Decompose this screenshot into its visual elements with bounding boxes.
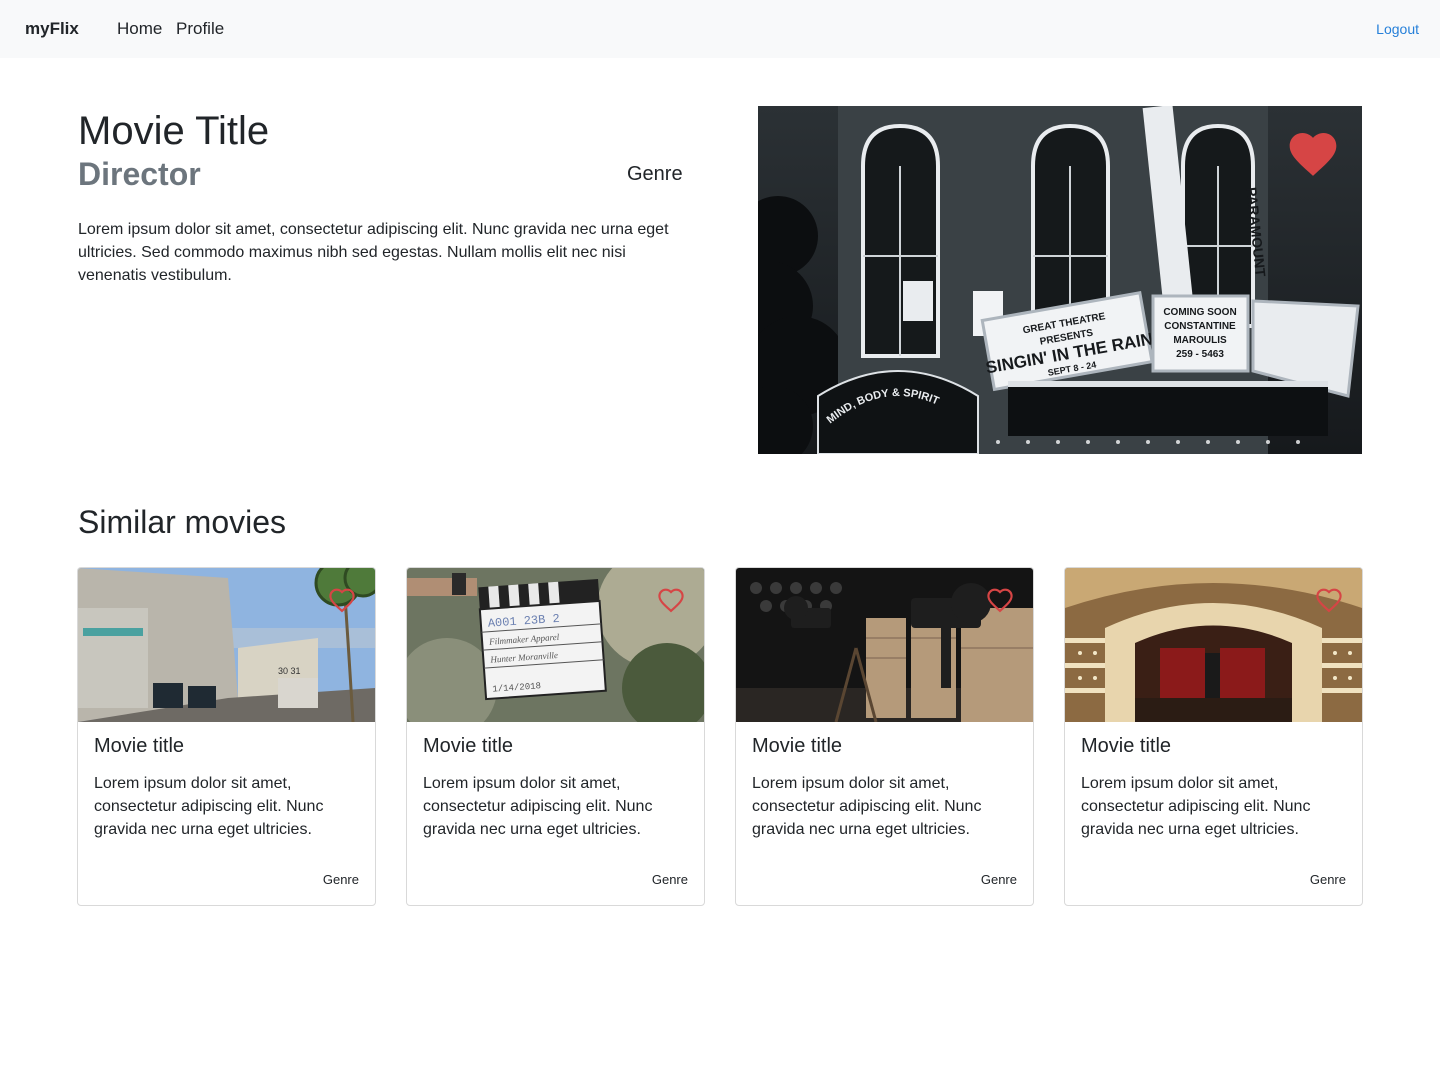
card-genre[interactable]: Genre xyxy=(323,872,359,888)
favorite-heart-outline-icon[interactable] xyxy=(983,584,1017,616)
brand-link[interactable]: myFlix xyxy=(25,19,79,39)
card-title[interactable]: Movie title xyxy=(752,734,842,758)
favorite-heart-icon[interactable] xyxy=(1284,126,1342,182)
card-title[interactable]: Movie title xyxy=(423,734,513,758)
movie-card[interactable]: Movie title Lorem ipsum dolor sit amet, … xyxy=(735,567,1034,906)
movie-title: Movie Title xyxy=(78,109,270,153)
card-text: Lorem ipsum dolor sit amet, consectetur … xyxy=(94,775,324,838)
card-genre[interactable]: Genre xyxy=(1310,872,1346,888)
movie-description: Lorem ipsum dolor sit amet, consectetur … xyxy=(78,221,669,284)
navbar: myFlix Home Profile Logout xyxy=(0,0,1440,58)
movie-poster: PARAMOUNT GREAT THEATRE PRESENTS SINGIN'… xyxy=(758,106,1362,454)
similar-movies-heading: Similar movies xyxy=(78,504,287,540)
marquee-right-line-1: COMING SOON xyxy=(1163,307,1236,318)
card-text: Lorem ipsum dolor sit amet, consectetur … xyxy=(1081,775,1311,838)
card-title[interactable]: Movie title xyxy=(94,734,184,758)
movie-genre[interactable]: Genre xyxy=(627,162,683,186)
nav-link-profile[interactable]: Profile xyxy=(176,19,224,39)
card-image-film-cameras xyxy=(736,568,1033,722)
svg-text:30 31: 30 31 xyxy=(278,666,301,676)
favorite-heart-outline-icon[interactable] xyxy=(654,584,688,616)
nav-link-home[interactable]: Home xyxy=(117,19,162,39)
card-image-studio-backlot: 30 31 xyxy=(78,568,375,722)
favorite-heart-outline-icon[interactable] xyxy=(1312,584,1346,616)
marquee-right-line-2: CONSTANTINE xyxy=(1164,321,1236,332)
movie-card[interactable]: A001 23B 2 Filmmaker Apparel Hunter Mora… xyxy=(406,567,705,906)
movie-director[interactable]: Director xyxy=(78,154,201,194)
card-image-theater-interior xyxy=(1065,568,1362,722)
marquee-right-line-4: 259 - 5463 xyxy=(1176,349,1224,360)
favorite-heart-outline-icon[interactable] xyxy=(325,584,359,616)
card-title[interactable]: Movie title xyxy=(1081,734,1171,758)
card-image-clapperboard: A001 23B 2 Filmmaker Apparel Hunter Mora… xyxy=(407,568,704,722)
card-text: Lorem ipsum dolor sit amet, consectetur … xyxy=(752,775,982,838)
marquee-right-line-3: MAROULIS xyxy=(1173,335,1227,346)
card-genre[interactable]: Genre xyxy=(652,872,688,888)
card-genre[interactable]: Genre xyxy=(981,872,1017,888)
movie-card[interactable]: 30 31 Movie title Lorem ipsum dolor sit … xyxy=(77,567,376,906)
movie-card[interactable]: Movie title Lorem ipsum dolor sit amet, … xyxy=(1064,567,1363,906)
theater-facade-image: PARAMOUNT GREAT THEATRE PRESENTS SINGIN'… xyxy=(758,106,1362,454)
logout-link[interactable]: Logout xyxy=(1376,21,1419,37)
card-text: Lorem ipsum dolor sit amet, consectetur … xyxy=(423,775,653,838)
